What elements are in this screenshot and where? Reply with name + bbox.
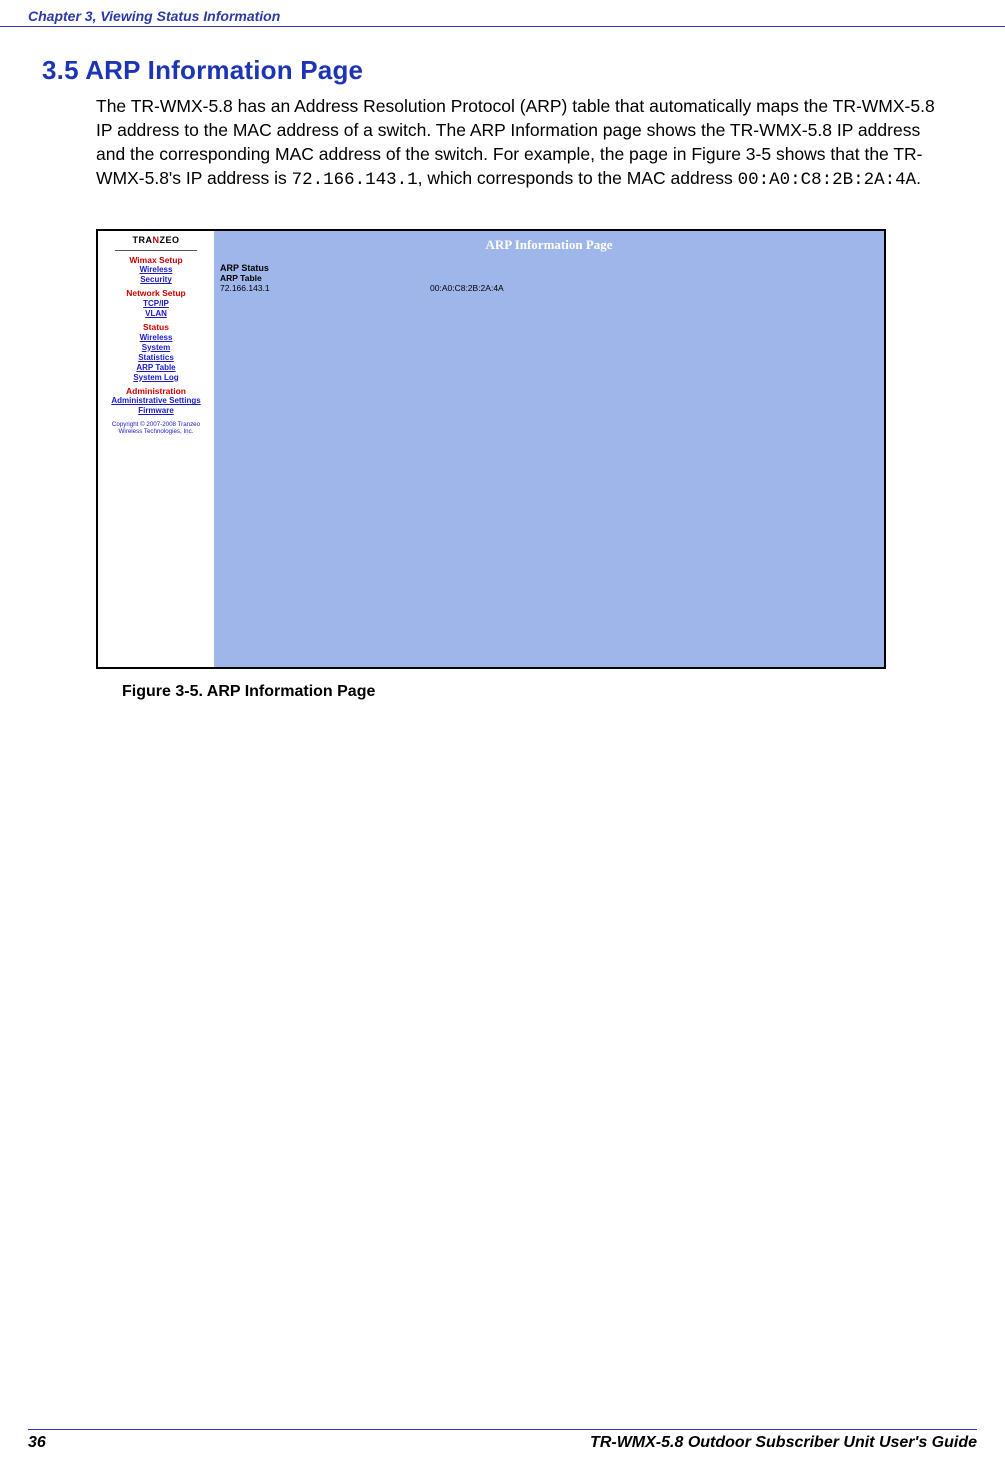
section-paragraph: The TR-WMX-5.8 has an Address Resolution… — [96, 94, 935, 193]
nav-link-vlan[interactable]: VLAN — [98, 309, 214, 319]
logo-part-1: TRA — [132, 235, 152, 245]
chapter-header: Chapter 3, Viewing Status Information — [0, 0, 1005, 27]
screenshot-page-title: ARP Information Page — [214, 237, 884, 253]
figure-screenshot: TRANZEO Wimax Setup Wireless Security Ne… — [96, 229, 886, 669]
sidebar-copyright: Copyright © 2007-2008 Tranzeo Wireless T… — [98, 422, 214, 436]
page-number: 36 — [28, 1434, 46, 1452]
nav-link-admin-settings[interactable]: Administrative Settings — [98, 396, 214, 406]
arp-row-mac: 00:A0:C8:2B:2A:4A — [430, 283, 504, 293]
screenshot-main: ARP Information Page ARP Status ARP Tabl… — [214, 231, 884, 667]
arp-table-label: ARP Table — [214, 273, 884, 283]
nav-link-arp-table[interactable]: ARP Table — [98, 363, 214, 373]
para-text-3: . — [916, 168, 921, 188]
footer-title: TR-WMX-5.8 Outdoor Subscriber Unit User'… — [590, 1434, 977, 1452]
arp-table-row: 72.166.143.1 00:A0:C8:2B:2A:4A — [214, 283, 884, 293]
nav-link-wireless-1[interactable]: Wireless — [98, 265, 214, 275]
logo-divider — [115, 250, 196, 251]
nav-head-network: Network Setup — [98, 288, 214, 299]
nav-link-system-log[interactable]: System Log — [98, 373, 214, 383]
nav-head-wimax: Wimax Setup — [98, 255, 214, 266]
nav-link-wireless-2[interactable]: Wireless — [98, 333, 214, 343]
ip-literal: 72.166.143.1 — [292, 170, 418, 190]
arp-status-label: ARP Status — [214, 253, 884, 273]
mac-literal: 00:A0:C8:2B:2A:4A — [738, 170, 917, 190]
arp-row-ip: 72.166.143.1 — [220, 283, 430, 293]
nav-link-statistics[interactable]: Statistics — [98, 353, 214, 363]
nav-head-administration: Administration — [98, 386, 214, 397]
figure-caption: Figure 3-5. ARP Information Page — [122, 683, 1005, 701]
nav-link-tcpip[interactable]: TCP/IP — [98, 299, 214, 309]
logo: TRANZEO — [98, 235, 214, 248]
section-heading: 3.5 ARP Information Page — [42, 55, 1005, 86]
nav-link-system[interactable]: System — [98, 343, 214, 353]
logo-part-3: ZEO — [159, 235, 179, 245]
para-text-2: , which corresponds to the MAC address — [418, 168, 738, 188]
screenshot-sidebar: TRANZEO Wimax Setup Wireless Security Ne… — [98, 231, 214, 667]
nav-head-status: Status — [98, 322, 214, 333]
nav-link-security[interactable]: Security — [98, 275, 214, 285]
page-footer: 36 TR-WMX-5.8 Outdoor Subscriber Unit Us… — [28, 1429, 977, 1452]
nav-link-firmware[interactable]: Firmware — [98, 406, 214, 416]
